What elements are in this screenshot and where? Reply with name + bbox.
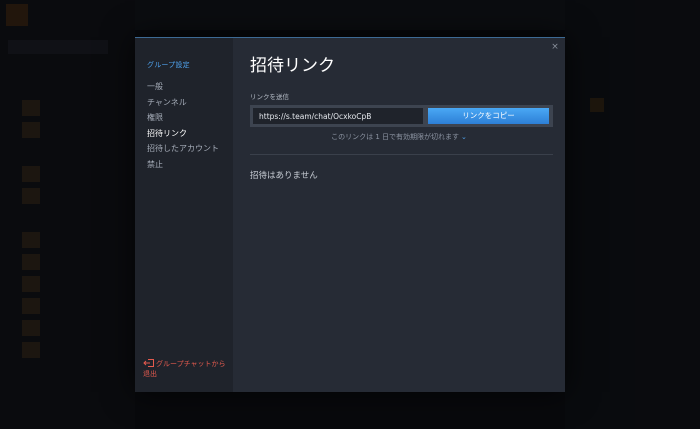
sidebar-nav: 一般 チャンネル 権限 招待リンク 招待したアカウント 禁止 [147, 79, 219, 172]
settings-main: × 招待リンク リンクを送信 リンクをコピー このリンクは 1 日で有効期限が切… [233, 38, 565, 392]
empty-invites-text: 招待はありません [250, 171, 318, 181]
sidebar-item-bans[interactable]: 禁止 [147, 157, 219, 173]
expiry-dropdown[interactable]: このリンクは 1 日で有効期限が切れます ⌄ [233, 132, 565, 142]
page-title: 招待リンク [250, 56, 335, 76]
group-settings-modal: グループ設定 一般 チャンネル 権限 招待リンク 招待したアカウント 禁止 グル… [135, 37, 565, 392]
close-icon[interactable]: × [550, 42, 560, 52]
divider [250, 154, 553, 155]
sidebar-item-permissions[interactable]: 権限 [147, 110, 219, 126]
chevron-down-icon: ⌄ [461, 133, 467, 141]
invite-link-box: リンクをコピー [250, 105, 553, 127]
exit-icon [143, 359, 154, 367]
sidebar-item-general[interactable]: 一般 [147, 79, 219, 95]
sidebar-item-channels[interactable]: チャンネル [147, 95, 219, 111]
sidebar-title: グループ設定 [147, 61, 190, 69]
settings-sidebar: グループ設定 一般 チャンネル 権限 招待リンク 招待したアカウント 禁止 グル… [135, 38, 233, 392]
sidebar-item-invite-link[interactable]: 招待リンク [147, 126, 219, 142]
invite-link-input[interactable] [253, 108, 423, 124]
copy-link-button[interactable]: リンクをコピー [428, 108, 549, 124]
send-link-label: リンクを送信 [250, 93, 289, 101]
expiry-text: このリンクは 1 日で有効期限が切れます [331, 133, 460, 141]
leave-group-label: グループチャットから退出 [143, 360, 226, 378]
sidebar-item-invited-accounts[interactable]: 招待したアカウント [147, 141, 219, 157]
leave-group-button[interactable]: グループチャットから退出 [143, 359, 231, 379]
